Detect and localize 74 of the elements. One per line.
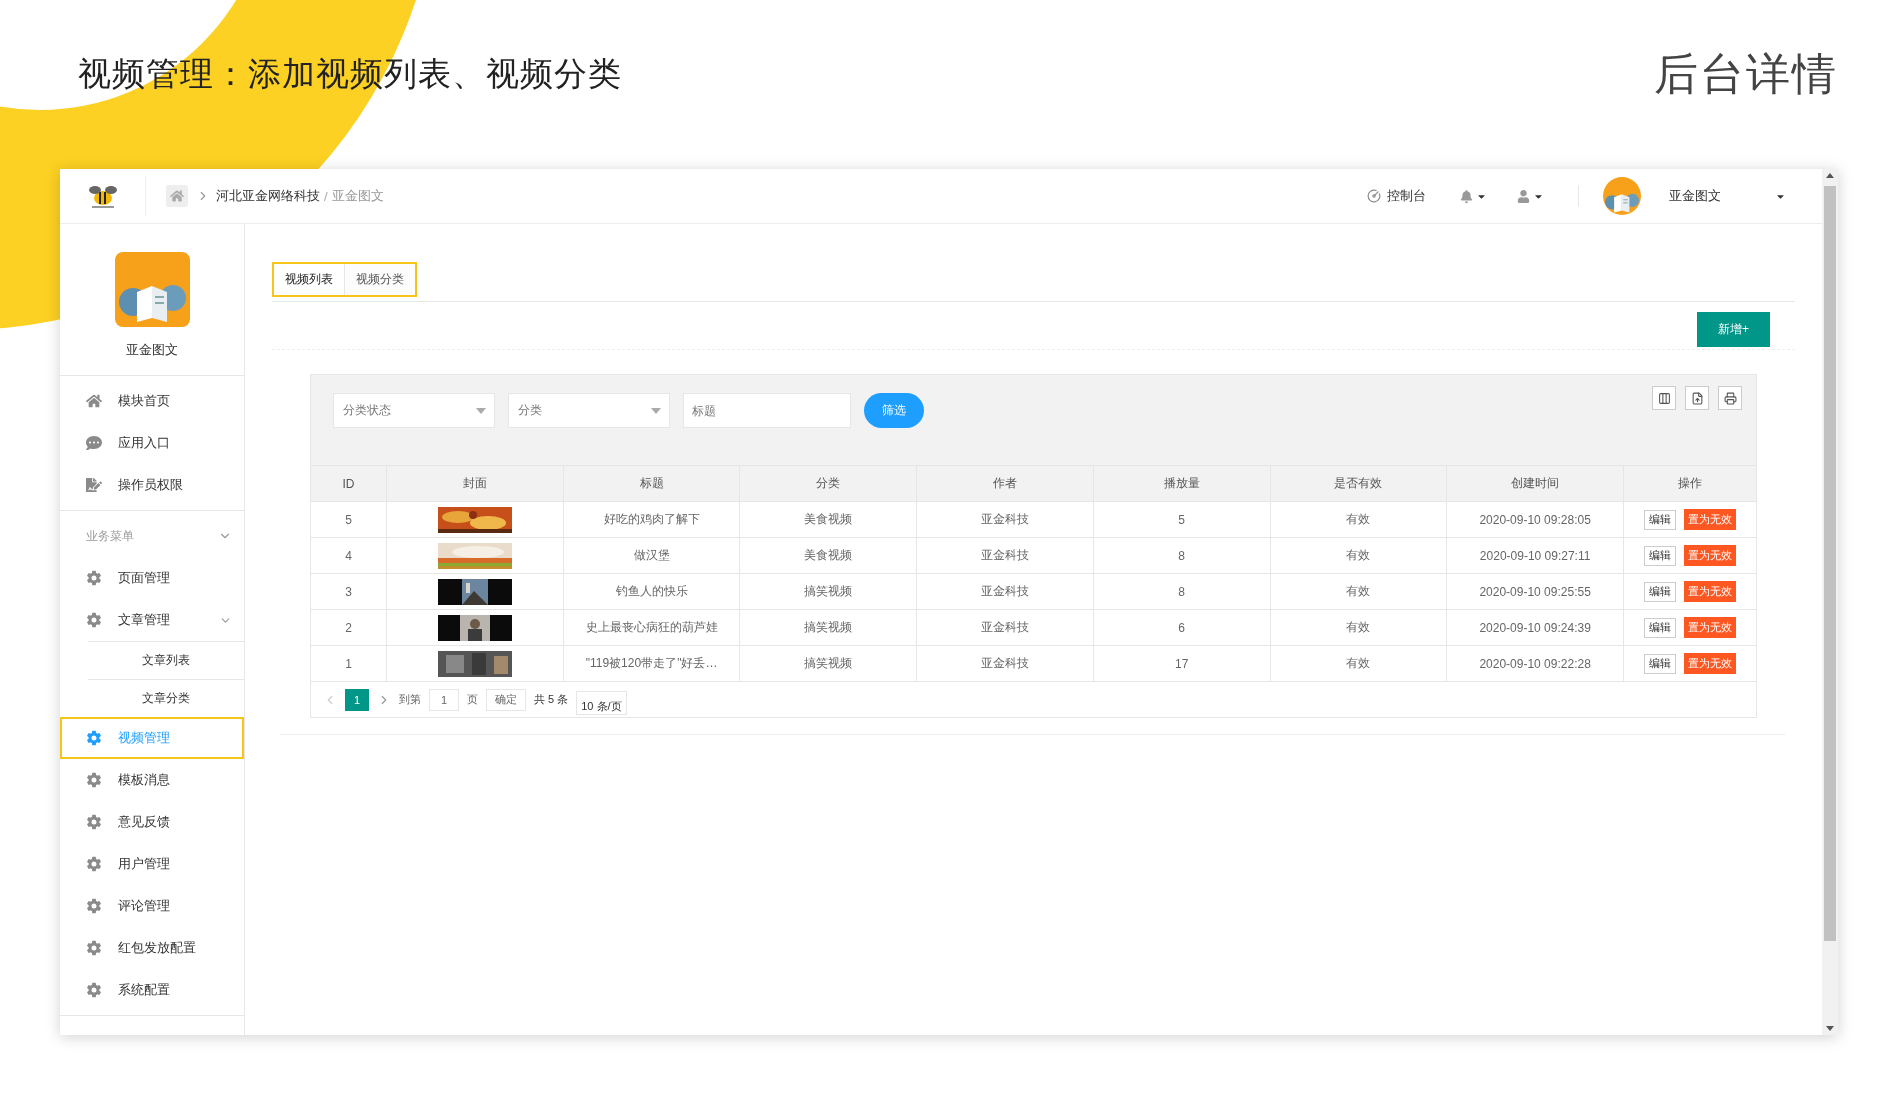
home-icon [86,393,102,409]
export-icon [1690,391,1704,405]
gear-icon [86,730,102,746]
select-field[interactable]: 分类 [508,393,670,428]
total-count: 共 5 条 [534,692,569,707]
add-button[interactable]: 新增+ [1697,312,1770,347]
console-link[interactable]: 控制台 [1367,187,1426,205]
print-icon [1723,391,1737,405]
edit-button[interactable]: 编辑 [1644,653,1676,674]
table-cell-text: 4 [344,547,353,565]
home-icon [170,189,184,203]
goto-label: 到第 [399,692,421,707]
section-label: 业务菜单 [86,527,134,545]
gear-icon [86,612,102,628]
gear-icon [86,982,102,998]
table-cell-text: 5 [344,511,353,529]
confirm-button[interactable]: 确定 [486,688,526,711]
sidebar-item[interactable]: 用户管理 [60,843,244,885]
sidebar-item[interactable]: 应用入口 [60,422,244,464]
sidebar-subitem[interactable]: 文章列表 [88,641,244,679]
gear-icon [86,940,102,956]
export-button[interactable] [1685,386,1709,410]
breadcrumb-link[interactable]: 河北亚金网络科技 [216,187,320,205]
scroll-down-icon[interactable] [1826,1026,1834,1031]
table-cell-text: 3 [344,583,353,601]
columns-button[interactable] [1652,386,1676,410]
gauge-icon [1367,189,1381,203]
document-icon [86,477,102,493]
bell-icon [1460,189,1473,203]
columns-icon [1657,391,1671,405]
edit-button[interactable]: 编辑 [1644,617,1676,638]
sidebar-item[interactable]: 系统配置 [60,969,244,1011]
page-size-select[interactable]: 10 条/页 [576,690,627,715]
page-tag: 后台详情 [1654,45,1838,104]
scrollbar-thumb[interactable] [1824,186,1836,941]
user-name: 亚金图文 [1669,187,1721,205]
gear-icon [86,772,102,788]
edit-button[interactable]: 编辑 [1644,509,1676,530]
page-input[interactable]: 1 [429,688,459,711]
sidebar-item[interactable]: 评论管理 [60,885,244,927]
sidebar-item[interactable]: 操作员权限 [60,464,244,506]
gear-icon [86,570,102,586]
triangle-icon [476,407,486,414]
edit-button[interactable]: 编辑 [1644,545,1676,566]
notification-button[interactable] [1460,189,1487,203]
chat-icon [86,435,102,451]
edit-button[interactable]: 编辑 [1644,581,1676,602]
table-cell-text: 2 [344,619,353,637]
bee-logo-icon [87,183,118,209]
column-header: ID [341,475,356,493]
breadcrumb-current: 亚金图文 [331,187,384,205]
sidebar-item[interactable]: 意见反馈 [60,801,244,843]
triangle-icon [651,407,661,414]
gear-icon [86,814,102,830]
page-unit: 页 [467,692,478,707]
app-name: 亚金图文 [126,341,178,359]
avatar [1603,177,1641,215]
sidebar-item[interactable]: 模板消息 [60,759,244,801]
user-icon [1517,189,1530,203]
gear-icon [86,898,102,914]
sidebar-item[interactable]: 红包发放配置 [60,927,244,969]
sidebar-subitem[interactable]: 文章分类 [88,679,244,717]
breadcrumb-separator: / [324,188,328,204]
scroll-up-icon[interactable] [1826,173,1834,178]
print-button[interactable] [1718,386,1742,410]
sidebar-item[interactable]: 模块首页 [60,380,244,422]
sidebar-item[interactable]: 文章管理 [60,599,244,641]
user-menu-button[interactable] [1517,189,1544,203]
gear-icon [86,856,102,872]
sidebar-item[interactable]: 页面管理 [60,557,244,599]
page-button[interactable]: 1 [345,688,369,711]
input-field[interactable]: 标题 [683,393,851,428]
select-field[interactable]: 分类状态 [333,393,495,428]
table-cell-text: 1 [344,655,353,673]
